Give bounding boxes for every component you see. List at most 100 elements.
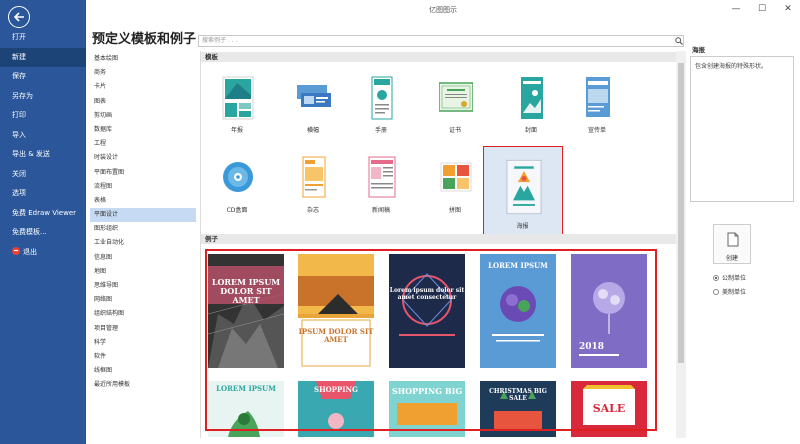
cover-icon	[521, 77, 543, 119]
nav-item[interactable]: 打印	[0, 106, 86, 126]
certificate-icon	[439, 82, 473, 112]
nav-item[interactable]: 关闭	[0, 165, 86, 185]
category-item[interactable]: 工程	[90, 137, 196, 151]
preview-description: 包含创建海报的特殊形状。	[695, 63, 768, 70]
category-item[interactable]: 科学	[90, 336, 196, 350]
nav-item-label: 免费模板...	[12, 228, 47, 236]
templates-header: 模板	[201, 52, 676, 62]
category-item[interactable]: 图表	[90, 95, 196, 109]
nav-item-label: 导入	[12, 130, 26, 139]
template-label: 杂志	[306, 207, 319, 214]
scrollbar-thumb[interactable]	[678, 63, 684, 363]
nav-item[interactable]: 新建	[0, 47, 86, 67]
template-banner[interactable]: 横幅	[283, 75, 343, 145]
nav-item-label: 选项	[12, 189, 26, 197]
nav-item[interactable]: 另存为	[0, 87, 86, 107]
template-label: 证书	[448, 127, 461, 134]
template-label: 新闻稿	[371, 207, 390, 214]
radio-label: 美制单位	[722, 289, 747, 296]
radio-dot[interactable]	[713, 289, 719, 295]
collage-icon	[440, 162, 472, 192]
nav-item[interactable]: 选项	[0, 184, 86, 204]
minimize-button[interactable]: —	[728, 2, 744, 16]
nav-item[interactable]: 免费模板...	[0, 223, 86, 243]
category-item[interactable]: 最近所用模板	[90, 378, 196, 392]
banner-icon	[297, 85, 331, 107]
gallery-scrollbar[interactable]	[676, 51, 686, 438]
nav-item-label: 保存	[12, 72, 26, 80]
nav-item[interactable]: 打开	[0, 28, 86, 48]
category-item[interactable]: 表格	[90, 194, 196, 208]
nav-item-label: 打开	[12, 33, 26, 41]
template-annual-report[interactable]: 年报	[207, 75, 267, 145]
exit-icon	[12, 246, 20, 255]
category-item[interactable]: 剪切画	[90, 109, 196, 123]
magazine-icon	[302, 156, 326, 198]
template-label: CD盒面	[226, 207, 248, 214]
examples-highlight-frame	[205, 249, 657, 431]
search-input[interactable]: 搜索例子 . . .	[198, 35, 684, 47]
template-poster[interactable]: 海报	[483, 146, 563, 236]
category-item[interactable]: 商务	[90, 66, 196, 80]
page-title: 预定义模板和例子	[92, 32, 197, 47]
category-item[interactable]: 网络图	[90, 293, 196, 307]
template-newsletter[interactable]: 新闻稿	[351, 155, 411, 225]
unit-radio-metric[interactable]: 公制单位	[713, 273, 746, 282]
nav-item[interactable]: 导出 & 发送	[0, 145, 86, 165]
unit-radio-us[interactable]: 美制单位	[713, 287, 746, 296]
radio-dot[interactable]	[713, 275, 719, 281]
template-magazine[interactable]: 杂志	[283, 155, 343, 225]
nav-item-label: 新建	[12, 52, 26, 61]
category-item[interactable]: 基本绘图	[90, 52, 196, 66]
gallery: 模板 年报 横幅 手册 证书 封面 宣传单 CD盒面 杂志 新闻稿 拼图 海报 …	[200, 51, 686, 438]
category-item[interactable]: 地图	[90, 265, 196, 279]
category-item[interactable]: 工业自动化	[90, 236, 196, 250]
nav-item-label: 免费 Edraw Viewer	[12, 208, 77, 217]
nav-item[interactable]: 退出	[0, 243, 86, 263]
nav-item[interactable]: 导入	[0, 126, 86, 146]
category-list: 基本绘图 商务 卡片 图表 剪切画 数据库 工程 时装设计 平面布置图 流程图 表格 平面设计 图形组织…	[90, 52, 196, 393]
template-label: 手册	[374, 127, 387, 134]
preview-description-box: 包含创建海报的特殊形状。	[690, 56, 794, 202]
nav-item[interactable]: 保存	[0, 67, 86, 87]
category-item[interactable]: 组织结构图	[90, 307, 196, 321]
back-button[interactable]	[8, 6, 30, 28]
template-label: 横幅	[306, 127, 319, 134]
template-brochure[interactable]: 手册	[351, 75, 411, 145]
category-item[interactable]: 数据库	[90, 123, 196, 137]
category-item[interactable]: 软件	[90, 350, 196, 364]
search-icon[interactable]	[675, 37, 683, 45]
template-collage[interactable]: 拼图	[425, 155, 485, 225]
template-label: 封面	[524, 127, 537, 134]
close-button[interactable]: ✕	[780, 2, 796, 16]
category-item[interactable]: 项目管理	[90, 322, 196, 336]
category-item[interactable]: 思维导图	[90, 279, 196, 293]
template-label: 宣传单	[587, 127, 606, 134]
maximize-button[interactable]: ☐	[754, 2, 770, 16]
template-flyer[interactable]: 宣传单	[567, 75, 627, 145]
category-item[interactable]: 平面布置图	[90, 166, 196, 180]
back-arrow-icon	[13, 12, 24, 22]
annual-report-icon	[222, 76, 254, 120]
radio-label: 公制单位	[722, 275, 747, 282]
create-button[interactable]: 创建	[713, 224, 751, 264]
nav-item[interactable]: 免费 Edraw Viewer	[0, 204, 86, 224]
category-item[interactable]: 卡片	[90, 80, 196, 94]
template-label: 年报	[230, 127, 243, 134]
template-certificate[interactable]: 证书	[425, 75, 485, 145]
category-item[interactable]: 信息图	[90, 251, 196, 265]
create-label: 创建	[725, 255, 738, 262]
category-item[interactable]: 平面设计	[90, 208, 196, 223]
new-document-icon	[727, 232, 739, 247]
flyer-icon	[586, 77, 610, 117]
category-item[interactable]: 时装设计	[90, 151, 196, 165]
poster-icon	[506, 159, 542, 215]
category-item[interactable]: 图形组织	[90, 222, 196, 236]
category-item[interactable]: 流程图	[90, 180, 196, 194]
template-cd[interactable]: CD盒面	[207, 155, 267, 225]
template-label: 海报	[516, 223, 529, 230]
newsletter-icon	[368, 156, 396, 198]
window-title: 亿图图示	[429, 6, 457, 14]
template-cover[interactable]: 封面	[501, 75, 561, 145]
category-item[interactable]: 线框图	[90, 364, 196, 378]
